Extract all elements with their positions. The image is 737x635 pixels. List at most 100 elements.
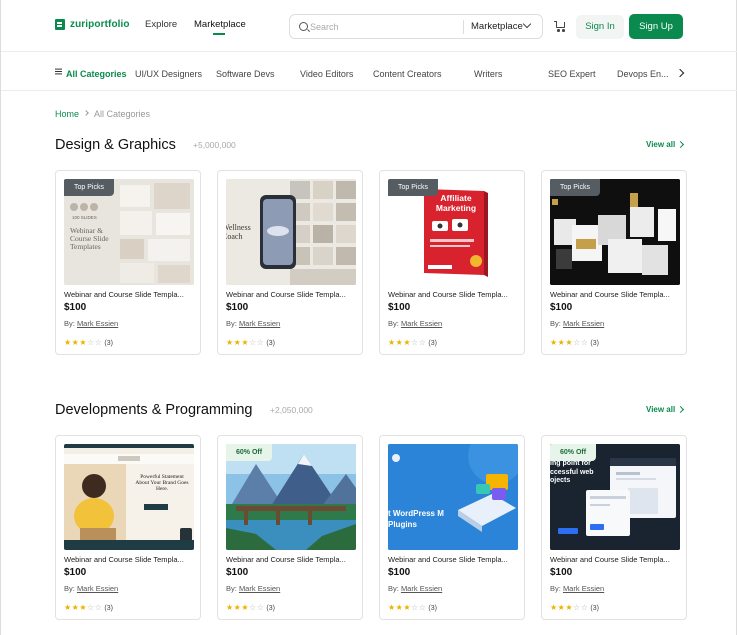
section-title: Developments & Programming: [55, 402, 253, 418]
product-thumbnail: 100 SLIDES Webinar & Course Slide Templa…: [64, 179, 194, 285]
star-rating: ★★★☆☆ (3): [226, 603, 275, 612]
product-card[interactable]: Wellness Coach Webinar and Course Slide …: [217, 170, 363, 355]
badge-discount: 60% Off: [226, 444, 273, 461]
thumbnail-caption: Affiliate Marketing: [435, 193, 477, 213]
product-author: By: Mark Essien: [64, 584, 119, 593]
logo-text: zuriportfolio: [70, 19, 130, 30]
chevron-right-icon[interactable]: [676, 140, 685, 149]
sign-up-button[interactable]: Sign Up: [629, 14, 683, 39]
product-price: $100: [64, 567, 87, 578]
star-rating: ★★★☆☆ (3): [550, 338, 599, 347]
search-icon: [299, 22, 308, 31]
category-devops[interactable]: Devops En...: [617, 69, 669, 79]
view-all-link[interactable]: View all: [646, 140, 675, 149]
product-card[interactable]: 60% Off Webinar and Course Slide Templa.…: [217, 435, 363, 620]
product-author: By: Mark Essien: [226, 319, 281, 328]
badge-discount: 60% Off: [550, 444, 597, 461]
author-link[interactable]: Mark Essien: [563, 319, 604, 328]
product-card[interactable]: ing point for ccessful web ojects 60% Of…: [541, 435, 687, 620]
product-title[interactable]: Webinar and Course Slide Templa...: [550, 555, 670, 564]
thumbnail-caption: ing point for ccessful web ojects: [550, 460, 594, 484]
search-input[interactable]: [310, 19, 460, 35]
product-author: By: Mark Essien: [388, 584, 443, 593]
search-bar: Marketplace: [289, 14, 543, 39]
product-thumbnail: t WordPress M Plugins: [388, 444, 518, 550]
category-software-devs[interactable]: Software Devs: [216, 69, 275, 79]
author-link[interactable]: Mark Essien: [77, 584, 118, 593]
chevron-down-icon[interactable]: [522, 19, 532, 29]
search-divider: [463, 20, 464, 34]
top-header: zuriportfolio Explore Marketplace Market…: [1, 0, 737, 52]
author-link[interactable]: Mark Essien: [239, 584, 280, 593]
author-link[interactable]: Mark Essien: [239, 319, 280, 328]
section-count: +5,000,000: [193, 140, 236, 150]
badge-top-picks: Top Picks: [550, 179, 600, 196]
product-author: By: Mark Essien: [388, 319, 443, 328]
nav-marketplace[interactable]: Marketplace: [194, 19, 246, 30]
product-card[interactable]: Powerful Statement About Your Brand Goes…: [55, 435, 201, 620]
product-author: By: Mark Essien: [550, 584, 605, 593]
product-price: $100: [226, 302, 249, 313]
product-author: By: Mark Essien: [226, 584, 281, 593]
category-bar: All Categories UI/UX Designers Software …: [1, 53, 737, 91]
breadcrumb-home[interactable]: Home: [55, 109, 79, 119]
category-content-creators[interactable]: Content Creators: [373, 69, 442, 79]
author-link[interactable]: Mark Essien: [401, 319, 442, 328]
star-rating: ★★★☆☆ (3): [550, 603, 599, 612]
product-card[interactable]: Affiliate Marketing Top Picks Webinar an…: [379, 170, 525, 355]
product-card[interactable]: 100 SLIDES Webinar & Course Slide Templa…: [55, 170, 201, 355]
product-title[interactable]: Webinar and Course Slide Templa...: [388, 290, 508, 299]
badge-top-picks: Top Picks: [388, 179, 438, 196]
product-price: $100: [550, 302, 573, 313]
product-title[interactable]: Webinar and Course Slide Templa...: [226, 555, 346, 564]
nav-explore[interactable]: Explore: [145, 19, 177, 30]
sign-in-button[interactable]: Sign In: [576, 15, 624, 39]
product-price: $100: [388, 567, 411, 578]
star-rating: ★★★☆☆ (3): [64, 603, 113, 612]
category-uiux[interactable]: UI/UX Designers: [135, 69, 202, 79]
product-thumbnail: Powerful Statement About Your Brand Goes…: [64, 444, 194, 550]
product-title[interactable]: Webinar and Course Slide Templa...: [64, 290, 184, 299]
cart-icon[interactable]: [554, 21, 566, 32]
star-rating: ★★★☆☆ (3): [388, 338, 437, 347]
product-price: $100: [550, 567, 573, 578]
logo[interactable]: zuriportfolio: [55, 19, 130, 30]
chevron-right-icon[interactable]: [675, 68, 685, 78]
star-rating: ★★★☆☆ (3): [64, 338, 113, 347]
category-seo-expert[interactable]: SEO Expert: [548, 69, 596, 79]
thumbnail-caption: Webinar & Course Slide Templates: [70, 226, 109, 251]
author-link[interactable]: Mark Essien: [77, 319, 118, 328]
view-all-link[interactable]: View all: [646, 405, 675, 414]
star-rating: ★★★☆☆ (3): [388, 603, 437, 612]
product-title[interactable]: Webinar and Course Slide Templa...: [550, 290, 670, 299]
section-title: Design & Graphics: [55, 137, 176, 153]
product-title[interactable]: Webinar and Course Slide Templa...: [388, 555, 508, 564]
product-author: By: Mark Essien: [64, 319, 119, 328]
svg-text:100 SLIDES: 100 SLIDES: [72, 215, 97, 220]
product-price: $100: [226, 567, 249, 578]
thumbnail-caption: Wellness Coach: [226, 223, 251, 241]
search-scope-select[interactable]: Marketplace: [471, 21, 523, 32]
product-title[interactable]: Webinar and Course Slide Templa...: [64, 555, 184, 564]
section-count: +2,050,000: [270, 405, 313, 415]
author-link[interactable]: Mark Essien: [563, 584, 604, 593]
product-card[interactable]: t WordPress M Plugins Webinar and Course…: [379, 435, 525, 620]
product-thumbnail: Affiliate Marketing Top Picks: [388, 179, 518, 285]
product-thumbnail: 60% Off: [226, 444, 356, 550]
logo-icon: [55, 19, 65, 30]
product-thumbnail: Top Picks: [550, 179, 680, 285]
thumbnail-caption: Powerful Statement About Your Brand Goes…: [135, 474, 189, 492]
product-price: $100: [64, 302, 87, 313]
category-video-editors[interactable]: Video Editors: [300, 69, 353, 79]
author-link[interactable]: Mark Essien: [401, 584, 442, 593]
product-card[interactable]: Top Picks Webinar and Course Slide Templ…: [541, 170, 687, 355]
breadcrumb-current: All Categories: [94, 109, 151, 119]
category-all[interactable]: All Categories: [66, 69, 127, 79]
product-title[interactable]: Webinar and Course Slide Templa...: [226, 290, 346, 299]
product-author: By: Mark Essien: [550, 319, 605, 328]
chevron-right-icon[interactable]: [676, 405, 685, 414]
product-thumbnail: Wellness Coach: [226, 179, 356, 285]
category-writers[interactable]: Writers: [474, 69, 502, 79]
menu-icon: [55, 71, 62, 73]
nav-active-indicator: [213, 33, 225, 35]
